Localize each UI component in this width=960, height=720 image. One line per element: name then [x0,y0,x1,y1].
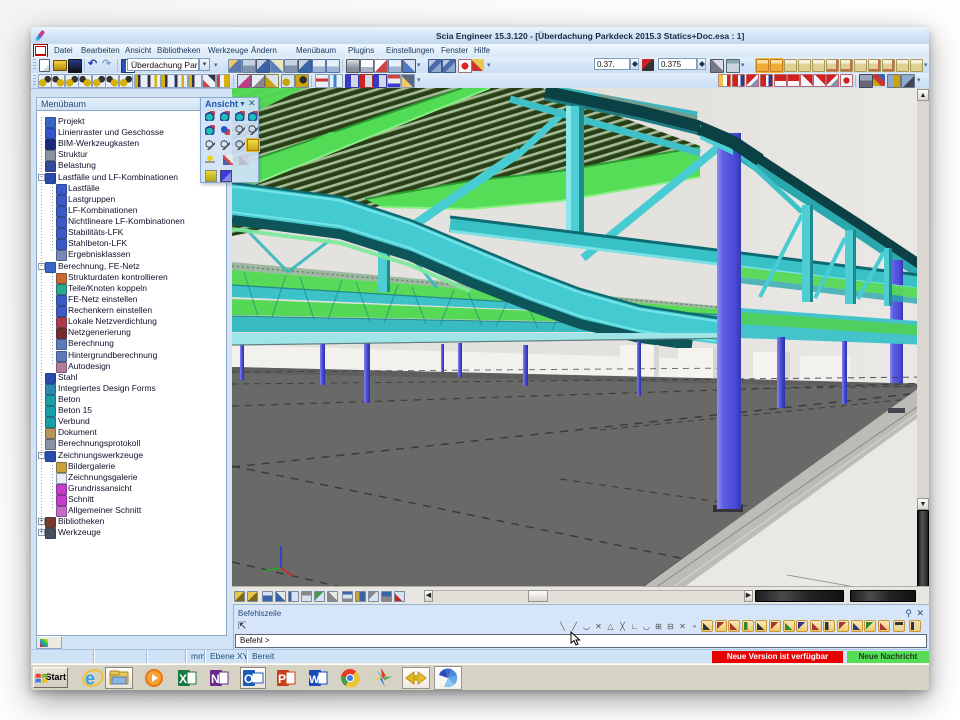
svg-text:O: O [244,672,253,686]
svg-text:P: P [278,672,286,686]
svg-text:N: N [211,672,220,686]
svg-text:X: X [179,672,187,686]
svg-text:W: W [309,674,320,686]
